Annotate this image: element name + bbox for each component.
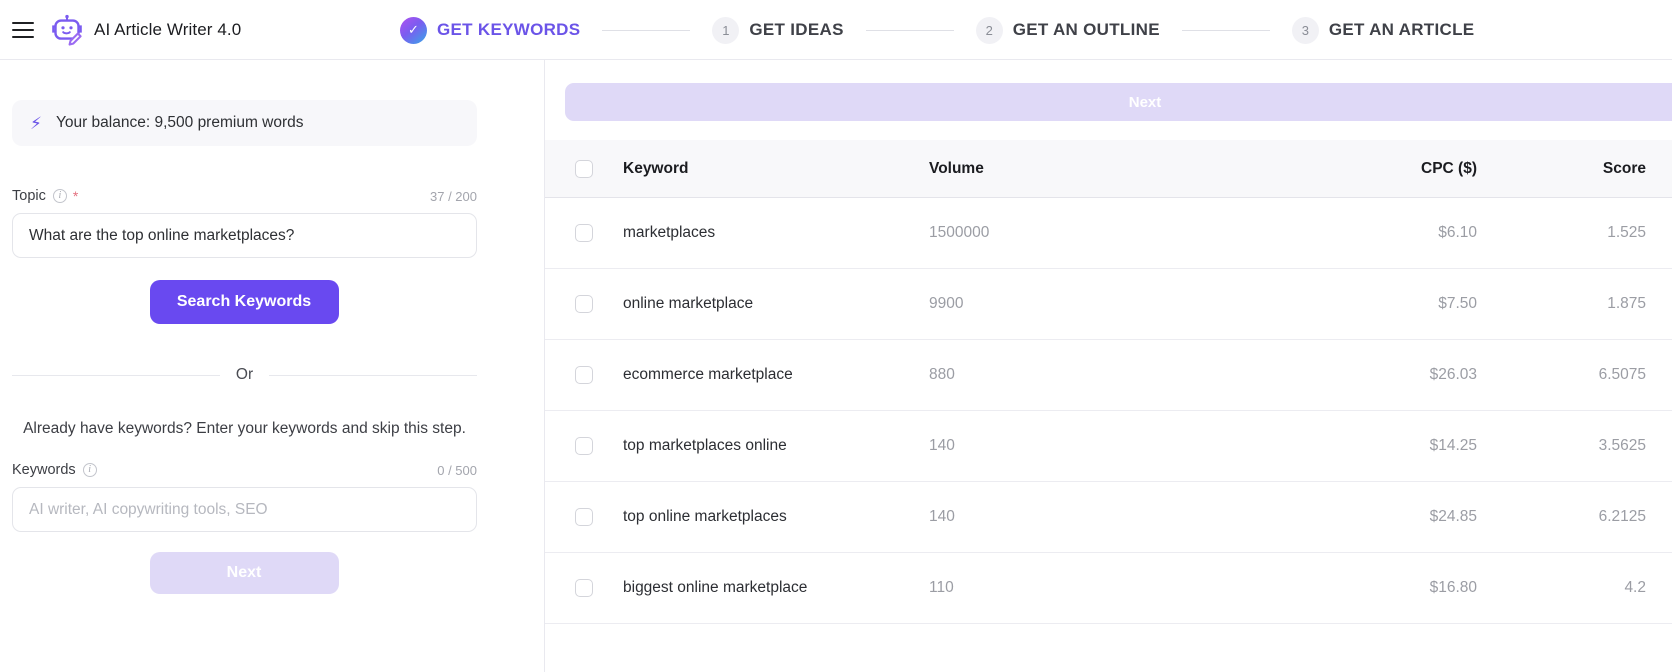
sidebar-next-button[interactable]: Next xyxy=(149,552,339,595)
step-label-get-an-article: GET AN ARTICLE xyxy=(1328,20,1475,39)
cell-score: 3.5625 xyxy=(1598,437,1646,454)
or-label: Or xyxy=(235,366,254,383)
cell-cpc: $24.85 xyxy=(1429,508,1477,525)
required-marker: * xyxy=(72,188,79,204)
cell-cpc: $14.25 xyxy=(1429,437,1477,454)
step-get-an-article[interactable]: 3 GET AN ARTICLE xyxy=(1291,16,1475,44)
cell-keyword: top online marketplaces xyxy=(623,508,787,525)
keywords-hint-text: Already have keywords? Enter your keywor… xyxy=(23,420,466,437)
results-next-button[interactable]: Next xyxy=(565,83,1672,121)
robot-writer-icon xyxy=(50,13,84,47)
search-keywords-button[interactable]: Search Keywords xyxy=(149,280,339,324)
step-number-badge: 2 xyxy=(975,16,1003,44)
table-row[interactable]: top marketplaces online 140 $14.25 3.562… xyxy=(545,411,1672,482)
cell-cpc: $26.03 xyxy=(1429,366,1477,383)
cell-cpc: $7.50 xyxy=(1438,295,1477,312)
cell-keyword: marketplaces xyxy=(623,224,716,241)
cell-volume: 140 xyxy=(929,437,955,454)
row-checkbox[interactable] xyxy=(575,366,593,384)
step-get-an-outline[interactable]: 2 GET AN OUTLINE xyxy=(975,16,1160,44)
page-body: ⚡ Your balance: 9,500 premium words Topi… xyxy=(0,60,1672,672)
row-checkbox[interactable] xyxy=(575,508,593,526)
topic-label: Topic xyxy=(12,188,46,204)
row-checkbox[interactable] xyxy=(575,437,593,455)
cell-volume: 9900 xyxy=(929,295,964,312)
keyword-form-sidebar: ⚡ Your balance: 9,500 premium words Topi… xyxy=(0,60,545,672)
step-label-get-keywords: GET KEYWORDS xyxy=(437,20,581,39)
cell-score: 1.525 xyxy=(1607,224,1646,241)
cell-cpc: $16.80 xyxy=(1429,579,1477,596)
table-row[interactable]: biggest online marketplace 110 $16.80 4.… xyxy=(545,553,1672,624)
topic-field-header: Topic i * 37 / 200 xyxy=(12,188,477,204)
cell-keyword: biggest online marketplace xyxy=(623,579,808,596)
keywords-char-counter: 0 / 500 xyxy=(437,462,477,478)
row-checkbox[interactable] xyxy=(575,295,593,313)
step-label-get-ideas: GET IDEAS xyxy=(749,20,844,39)
balance-banner: ⚡ Your balance: 9,500 premium words xyxy=(12,100,477,146)
cell-keyword: ecommerce marketplace xyxy=(623,366,793,383)
step-label-get-an-outline: GET AN OUTLINE xyxy=(1012,20,1160,39)
cell-cpc: $6.10 xyxy=(1438,224,1477,241)
row-select-cell xyxy=(545,579,623,597)
row-select-cell xyxy=(545,508,623,526)
cell-score: 4.2 xyxy=(1624,579,1646,596)
cell-volume: 880 xyxy=(929,366,955,383)
column-header-score[interactable]: Score xyxy=(1521,160,1672,178)
cell-volume: 110 xyxy=(929,579,954,596)
row-select-cell xyxy=(545,366,623,384)
topic-input[interactable] xyxy=(12,213,477,258)
row-select-cell xyxy=(545,437,623,455)
row-select-cell xyxy=(545,224,623,242)
column-header-volume[interactable]: Volume xyxy=(929,160,1225,178)
cell-score: 1.875 xyxy=(1607,295,1646,312)
step-check-icon: ✓ xyxy=(400,16,427,44)
table-row[interactable]: ecommerce marketplace 880 $26.03 6.5075 xyxy=(545,340,1672,411)
lightning-bolt-icon: ⚡ xyxy=(30,113,42,133)
column-header-keyword[interactable]: Keyword xyxy=(623,160,929,178)
table-row[interactable]: marketplaces 1500000 $6.10 1.525 xyxy=(545,198,1672,269)
table-row[interactable]: top online marketplaces 140 $24.85 6.212… xyxy=(545,482,1672,553)
keywords-table: Keyword Volume CPC ($) Score marketplace… xyxy=(545,140,1672,624)
hamburger-menu-icon[interactable] xyxy=(12,21,34,38)
cell-score: 6.5075 xyxy=(1598,366,1646,383)
select-all-checkbox[interactable] xyxy=(575,159,593,178)
table-row[interactable]: online marketplace 9900 $7.50 1.875 xyxy=(545,269,1672,340)
app-title: AI Article Writer 4.0 xyxy=(94,19,242,39)
topic-char-counter: 37 / 200 xyxy=(430,188,477,204)
info-icon[interactable]: i xyxy=(82,463,97,478)
step-separator xyxy=(865,29,954,31)
cell-volume: 140 xyxy=(929,508,955,525)
keywords-input[interactable] xyxy=(12,487,477,533)
keyword-results-panel: Next Keyword Volume CPC ($) Score market… xyxy=(545,60,1672,672)
cell-keyword: online marketplace xyxy=(623,295,754,312)
progress-steps: ✓ GET KEYWORDS 1 GET IDEAS 2 GET AN OUTL… xyxy=(400,0,1474,60)
step-number-badge: 1 xyxy=(712,16,740,44)
cell-volume: 1500000 xyxy=(929,224,990,241)
step-get-ideas[interactable]: 1 GET IDEAS xyxy=(712,16,844,44)
select-all-cell xyxy=(545,159,623,178)
cell-score: 6.2125 xyxy=(1598,508,1646,525)
balance-text: Your balance: 9,500 premium words xyxy=(55,114,304,131)
keywords-label: Keywords xyxy=(12,462,76,479)
row-checkbox[interactable] xyxy=(575,224,593,242)
divider-line-left xyxy=(12,374,220,376)
keywords-field-header: Keywords i 0 / 500 xyxy=(12,462,477,478)
or-divider: Or xyxy=(12,366,477,384)
column-header-cpc[interactable]: CPC ($) xyxy=(1225,160,1521,178)
step-separator xyxy=(1181,29,1270,31)
step-number-badge: 3 xyxy=(1291,16,1319,44)
cell-keyword: top marketplaces online xyxy=(623,437,787,454)
app-header: AI Article Writer 4.0 ✓ GET KEYWORDS 1 G… xyxy=(0,0,1672,60)
step-get-keywords[interactable]: ✓ GET KEYWORDS xyxy=(400,16,581,44)
row-checkbox[interactable] xyxy=(575,579,593,597)
step-separator xyxy=(602,29,691,31)
divider-line-right xyxy=(269,374,477,376)
table-header-row: Keyword Volume CPC ($) Score xyxy=(545,140,1672,198)
info-icon[interactable]: i xyxy=(52,189,67,203)
row-select-cell xyxy=(545,295,623,313)
